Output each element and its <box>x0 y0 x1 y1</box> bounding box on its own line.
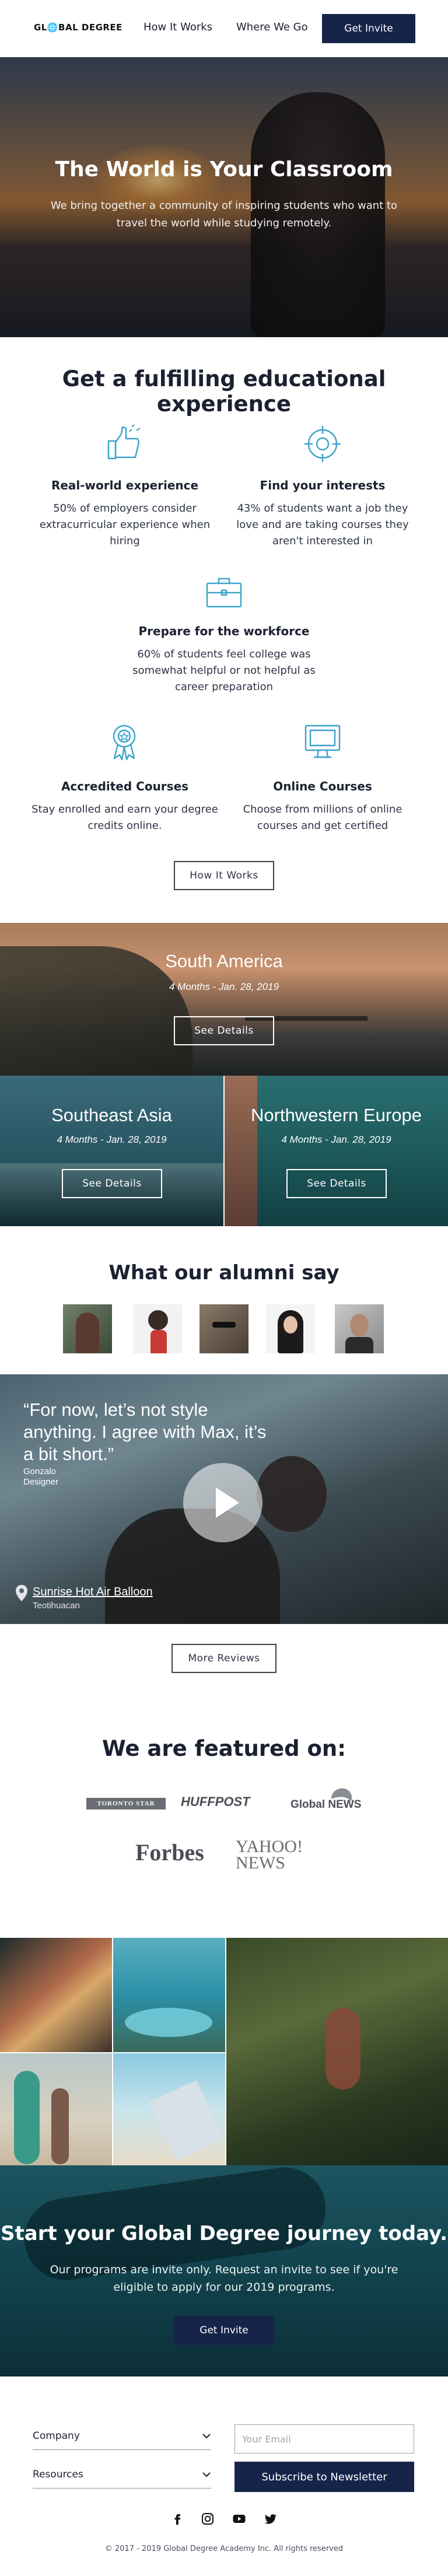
subscribe-button[interactable]: Subscribe to Newsletter <box>235 2462 414 2492</box>
feature-title-real-world: Real-world experience <box>51 478 199 492</box>
nav-link-where-we-go[interactable]: Where We Go <box>236 21 308 33</box>
feature-desc-real-world: 50% of employers consider extracurricula… <box>39 502 211 547</box>
feature-title-workforce: Prepare for the workforce <box>138 624 310 638</box>
gallery-photo-pool <box>113 1938 225 2052</box>
video-location[interactable]: Sunrise Hot Air Balloon <box>33 1586 153 1599</box>
alumni-avatar[interactable] <box>63 1304 112 1353</box>
feature-title-interests: Find your interests <box>260 478 386 492</box>
hero-banner: The World is Your Classroom We bring tog… <box>0 57 448 337</box>
gallery-photo-beach <box>113 2053 225 2165</box>
gallery-photo-climber <box>226 1938 448 2165</box>
cta-subtitle: Our programs are invite only. Request an… <box>50 2263 398 2294</box>
thumbs-up-icon <box>107 424 141 460</box>
alumni-avatar[interactable] <box>133 1304 182 1353</box>
destination-name: Southeast Asia <box>51 1105 172 1125</box>
nav-link-how-it-works[interactable]: How It Works <box>144 21 212 33</box>
play-icon <box>216 1488 239 1518</box>
destination-card-northwestern-europe[interactable]: Northwestern Europe 4 Months - Jan. 28, … <box>225 1076 448 1226</box>
target-icon <box>304 426 341 462</box>
featured-title: We are featured on: <box>102 1736 346 1761</box>
person-head <box>257 1456 327 1532</box>
dropdown-label: Resources <box>33 2468 83 2480</box>
alumni-title: What our alumni say <box>108 1261 340 1284</box>
more-reviews-button[interactable]: More Reviews <box>172 1644 276 1673</box>
avatar-sunglasses <box>212 1322 236 1328</box>
play-button[interactable] <box>183 1463 262 1542</box>
dropdown-label: Company <box>33 2430 80 2442</box>
avatar-shirt <box>150 1330 167 1353</box>
alumni-avatar[interactable] <box>335 1304 384 1353</box>
experience-title: Get a fulfilling educational experience <box>62 366 386 416</box>
map-pin-icon <box>16 1585 27 1601</box>
feature-title-accredited: Accredited Courses <box>61 779 189 793</box>
avatar-figure <box>148 1310 168 1330</box>
get-invite-button[interactable]: Get Invite <box>322 14 415 43</box>
see-details-button[interactable]: See Details <box>286 1169 387 1198</box>
logo-toronto-star: TORONTO STAR <box>86 1798 166 1810</box>
footer-dropdown-company[interactable]: Company <box>33 2422 211 2450</box>
copyright-text: © 2017 - 2019 Global Degree Academy Inc.… <box>104 2544 344 2553</box>
twitter-icon[interactable] <box>264 2512 278 2526</box>
alumni-avatar[interactable] <box>200 1304 249 1353</box>
testimonial-author: Gonzalo Designer <box>23 1466 58 1488</box>
avatar-figure <box>76 1312 99 1353</box>
destination-dates: 4 Months - Jan. 28, 2019 <box>281 1134 391 1145</box>
cta-banner: Start your Global Degree journey today. … <box>0 2165 448 2376</box>
monitor-icon <box>304 724 341 758</box>
climber-figure <box>326 2008 360 2090</box>
logo-forbes: Forbes <box>135 1839 204 1866</box>
youtube-icon[interactable] <box>232 2512 246 2526</box>
photo-gallery <box>0 1938 448 2165</box>
destination-card-south-america[interactable]: South America 4 Months - Jan. 28, 2019 S… <box>0 923 448 1076</box>
testimonial-author-role: Designer <box>23 1477 59 1487</box>
video-location-sub: Teotihuacan <box>33 1601 80 1611</box>
boat-hull <box>225 1076 257 1226</box>
hero-subtitle: We bring together a community of inspiri… <box>50 200 398 229</box>
destination-name: South America <box>165 951 283 971</box>
feature-desc-accredited: Stay enrolled and earn your degree credi… <box>32 803 218 832</box>
footer-dropdown-resources[interactable]: Resources <box>33 2460 211 2488</box>
avatar-face <box>350 1314 369 1337</box>
feature-desc-interests: 43% of students want a job they love and… <box>236 502 409 547</box>
chevron-down-icon <box>202 2472 211 2477</box>
cta-title: Start your Global Degree journey today. <box>1 2222 447 2245</box>
global-news-wordmark: Global NEWS <box>290 1798 362 1811</box>
hero-title: The World is Your Classroom <box>55 158 393 181</box>
cta-get-invite-button[interactable]: Get Invite <box>174 2316 274 2345</box>
how-it-works-button[interactable]: How It Works <box>174 861 274 890</box>
logo-global-news: Global NEWS <box>290 1786 362 1819</box>
gallery-photo-surfer <box>0 2053 112 2165</box>
hammock <box>148 2080 224 2161</box>
destination-card-southeast-asia[interactable]: Southeast Asia 4 Months - Jan. 28, 2019 … <box>0 1076 223 1226</box>
avatar-face <box>284 1316 298 1334</box>
newsletter-email-input[interactable] <box>235 2424 414 2454</box>
feature-desc-online: Choose from millions of online courses a… <box>243 803 402 832</box>
avatar-shirt <box>345 1337 373 1353</box>
pool-water <box>125 2008 212 2037</box>
logo[interactable]: GL🌐BAL DEGREE <box>34 22 123 33</box>
logo-yahoo-news: YAHOO! NEWS <box>236 1837 303 1873</box>
alumni-avatar[interactable] <box>266 1304 315 1353</box>
top-nav: GL🌐BAL DEGREE How It Works Where We Go G… <box>0 0 448 57</box>
chevron-down-icon <box>202 2433 211 2438</box>
facebook-icon[interactable] <box>170 2512 184 2526</box>
see-details-button[interactable]: See Details <box>174 1016 274 1045</box>
award-icon <box>113 724 136 761</box>
logo-huffpost: HUFFPOST <box>181 1794 250 1809</box>
see-details-button[interactable]: See Details <box>62 1169 162 1198</box>
surfboard <box>14 2071 40 2164</box>
destination-name: Northwestern Europe <box>251 1105 422 1125</box>
gallery-photo-woman <box>0 1938 112 2052</box>
briefcase-icon <box>206 578 242 608</box>
feature-title-online: Online Courses <box>273 779 372 793</box>
surfer-figure <box>51 2088 69 2164</box>
video-testimonial[interactable]: “For now, let’s not style anything. I ag… <box>0 1374 448 1624</box>
testimonial-author-name: Gonzalo <box>23 1466 56 1476</box>
feature-desc-workforce: 60% of students feel college was somewha… <box>132 648 316 693</box>
destination-dates: 4 Months - Jan. 28, 2019 <box>169 981 279 992</box>
instagram-icon[interactable] <box>201 2512 215 2526</box>
destination-dates: 4 Months - Jan. 28, 2019 <box>57 1134 167 1145</box>
testimonial-quote: “For now, let’s not style anything. I ag… <box>23 1399 267 1464</box>
